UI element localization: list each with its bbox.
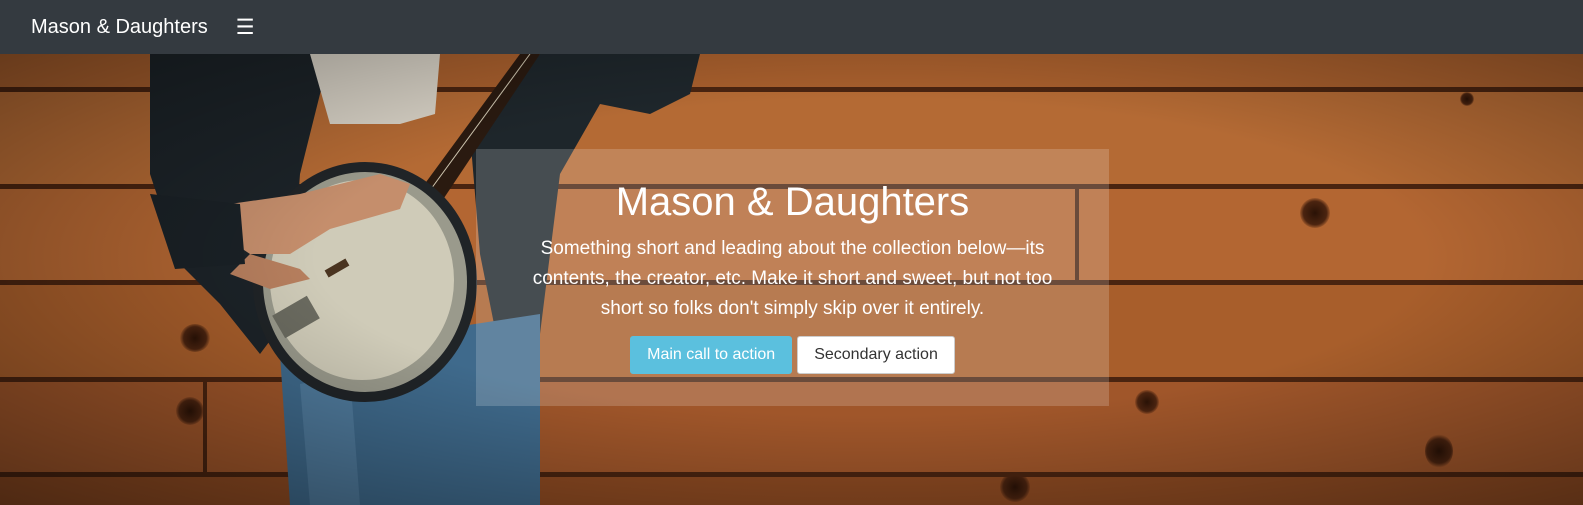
brand-link[interactable]: Mason & Daughters [31,16,208,39]
hero-lead-text: Something short and leading about the co… [532,238,1053,319]
top-navbar: Mason & Daughters ☰ [0,0,1583,54]
main-call-to-action-button[interactable]: Main call to action [630,336,793,374]
hero-actions: Main call to action Secondary action [476,336,1109,374]
hero-banner: Mason & Daughters Something short and le… [0,54,1583,505]
secondary-action-button[interactable]: Secondary action [797,336,955,374]
hamburger-menu-icon[interactable]: ☰ [236,16,255,38]
hero-card: Mason & Daughters Something short and le… [476,149,1109,406]
hero-title: Mason & Daughters [615,180,970,224]
